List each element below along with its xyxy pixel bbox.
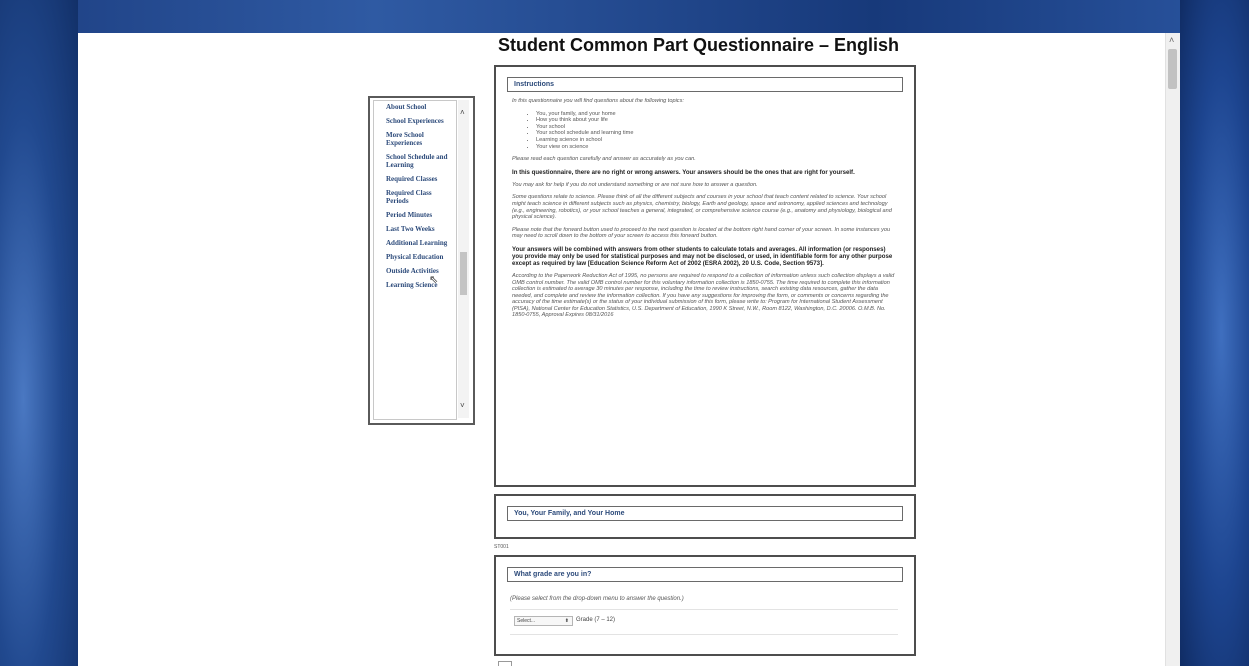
- question-id: ST001: [494, 544, 509, 550]
- nav-scrollbar[interactable]: ˄ ˅: [458, 100, 469, 418]
- question-panel: What grade are you in? (Please select fr…: [494, 555, 916, 656]
- chevron-up-icon[interactable]: ˄: [1169, 35, 1174, 45]
- nav-item-school-experiences[interactable]: School Experiences: [386, 117, 452, 125]
- nav-item-physical-education[interactable]: Physical Education: [386, 253, 452, 261]
- dropdown-arrow-icon[interactable]: ⬍: [565, 617, 569, 625]
- instructions-p2: In this questionnaire, there are no righ…: [512, 168, 855, 176]
- section-header: You, Your Family, and Your Home: [507, 506, 903, 521]
- instructions-p5: Please note that the forward button used…: [512, 226, 891, 240]
- next-panel-edge: [498, 661, 512, 666]
- browser-window: Student Common Part Questionnaire – Engl…: [78, 33, 1180, 666]
- topic-item: Your school: [536, 124, 898, 131]
- section-panel: You, Your Family, and Your Home: [494, 494, 916, 539]
- nav-item-required-classes[interactable]: Required Classes: [386, 175, 452, 183]
- question-header: What grade are you in?: [507, 567, 903, 582]
- topics-list: You, your family, and your home How you …: [536, 111, 898, 151]
- answer-row: Select... ⬍ Grade (7 – 12): [510, 609, 898, 635]
- instructions-p1: Please read each question carefully and …: [512, 156, 696, 163]
- nav-item-required-class-periods[interactable]: Required Class Periods: [386, 189, 452, 205]
- topic-item: How you think about your life: [536, 117, 898, 124]
- section-nav-list: About School School Experiences More Sch…: [373, 100, 457, 420]
- grade-select-value: Select...: [517, 618, 536, 624]
- nav-item-period-minutes[interactable]: Period Minutes: [386, 211, 452, 219]
- nav-item-about-school[interactable]: About School: [386, 103, 452, 111]
- nav-item-additional-learning[interactable]: Additional Learning: [386, 239, 452, 247]
- desktop-background-top: [0, 0, 1249, 33]
- nav-scroll-thumb[interactable]: [460, 252, 467, 295]
- instructions-p7: According to the Paperwork Reduction Act…: [512, 272, 895, 319]
- grade-label: Grade (7 – 12): [576, 617, 616, 623]
- topic-item: Your view on science: [536, 144, 898, 151]
- chevron-down-icon[interactable]: ˅: [460, 401, 465, 410]
- nav-item-learning-science[interactable]: Learning Science: [386, 281, 452, 289]
- question-instruction: (Please select from the drop-down menu t…: [510, 596, 684, 602]
- nav-item-school-schedule[interactable]: School Schedule and Learning: [386, 153, 452, 169]
- mouse-pointer-icon: ⇖: [429, 274, 439, 286]
- instructions-p3: You may ask for help if you do not under…: [512, 181, 758, 188]
- instructions-content: In this questionnaire you will find ques…: [496, 98, 914, 319]
- page-scroll-thumb[interactable]: [1168, 49, 1177, 89]
- nav-item-more-school-experiences[interactable]: More School Experiences: [386, 131, 452, 147]
- instructions-header: Instructions: [507, 77, 903, 92]
- instructions-intro: In this questionnaire you will find ques…: [512, 98, 684, 104]
- instructions-p4: Some questions relate to science. Please…: [512, 194, 892, 221]
- chevron-up-icon[interactable]: ˄: [460, 108, 465, 117]
- topic-item: Learning science in school: [536, 137, 898, 144]
- section-nav-panel: About School School Experiences More Sch…: [368, 96, 475, 425]
- page-scrollbar[interactable]: ˄: [1165, 33, 1180, 666]
- nav-item-outside-activities[interactable]: Outside Activities: [386, 267, 452, 275]
- topic-item: Your school schedule and learning time: [536, 130, 898, 137]
- desktop-background-left: [0, 0, 78, 666]
- instructions-panel: Instructions In this questionnaire you w…: [494, 65, 916, 487]
- topic-item: You, your family, and your home: [536, 111, 898, 118]
- instructions-p6: Your answers will be combined with answe…: [512, 245, 893, 267]
- desktop-background-right: [1180, 0, 1249, 666]
- nav-item-last-two-weeks[interactable]: Last Two Weeks: [386, 225, 452, 233]
- page-title: Student Common Part Questionnaire – Engl…: [498, 35, 900, 55]
- grade-select[interactable]: Select... ⬍: [514, 616, 573, 626]
